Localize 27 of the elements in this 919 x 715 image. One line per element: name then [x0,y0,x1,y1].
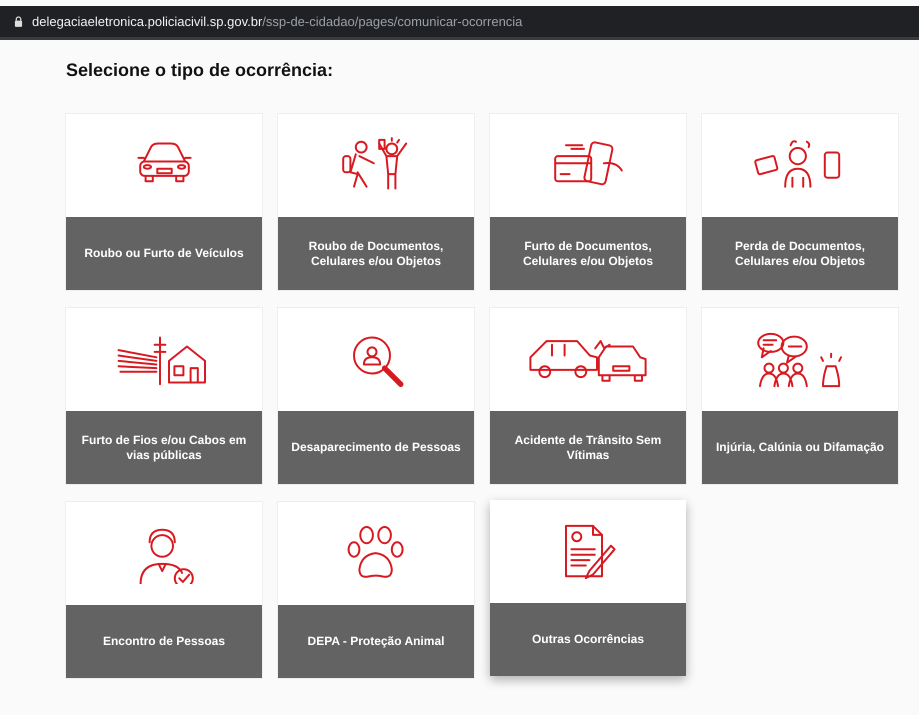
url-domain: delegaciaeletronica.policiacivil.sp.gov.br [32,14,262,29]
card-label: Injúria, Calúnia ou Difamação [702,411,898,484]
occurrence-card[interactable]: Acidente de Trânsito Sem Vítimas [490,308,686,484]
url-path: /ssp-de-cidadao/pages/comunicar-ocorrencia [262,14,522,29]
card-label: Roubo de Documentos, Celulares e/ou Objetos [278,217,474,290]
card-label: Furto de Documentos, Celulares e/ou Objetos [490,217,686,290]
occurrence-card[interactable]: Injúria, Calúnia ou Difamação [702,308,898,484]
occurrence-card[interactable]: Desaparecimento de Pessoas [278,308,474,484]
lock-icon [14,16,23,27]
occurrence-card[interactable]: Roubo ou Furto de Veículos [66,114,262,290]
occurrence-card[interactable]: Roubo de Documentos, Celulares e/ou Objetos [278,114,474,290]
occurrence-card[interactable]: Furto de Fios e/ou Cabos em vias públicas [66,308,262,484]
address-bar[interactable]: delegaciaeletronica.policiacivil.sp.gov.br/ssp-de-cidadao/pages/comunicar-ocorrencia [0,6,919,40]
card-label: Outras Ocorrências [490,603,686,676]
card-label: Desaparecimento de Pessoas [278,411,474,484]
card-label: Roubo ou Furto de Veículos [66,217,262,290]
page-heading: Selecione o tipo de ocorrência: [66,60,334,81]
card-label: Encontro de Pessoas [66,605,262,678]
occurrence-card[interactable]: Perda de Documentos, Celulares e/ou Objetos [702,114,898,290]
occurrence-card[interactable]: Outras Ocorrências [490,500,686,676]
card-label: DEPA - Proteção Animal [278,605,474,678]
occurrence-card[interactable]: Furto de Documentos, Celulares e/ou Objetos [490,114,686,290]
occurrence-card[interactable]: Encontro de Pessoas [66,502,262,678]
card-label: Perda de Documentos, Celulares e/ou Objetos [702,217,898,290]
occurrence-card[interactable]: DEPA - Proteção Animal [278,502,474,678]
card-label: Furto de Fios e/ou Cabos em vias públicas [66,411,262,484]
card-label: Acidente de Trânsito Sem Vítimas [490,411,686,484]
